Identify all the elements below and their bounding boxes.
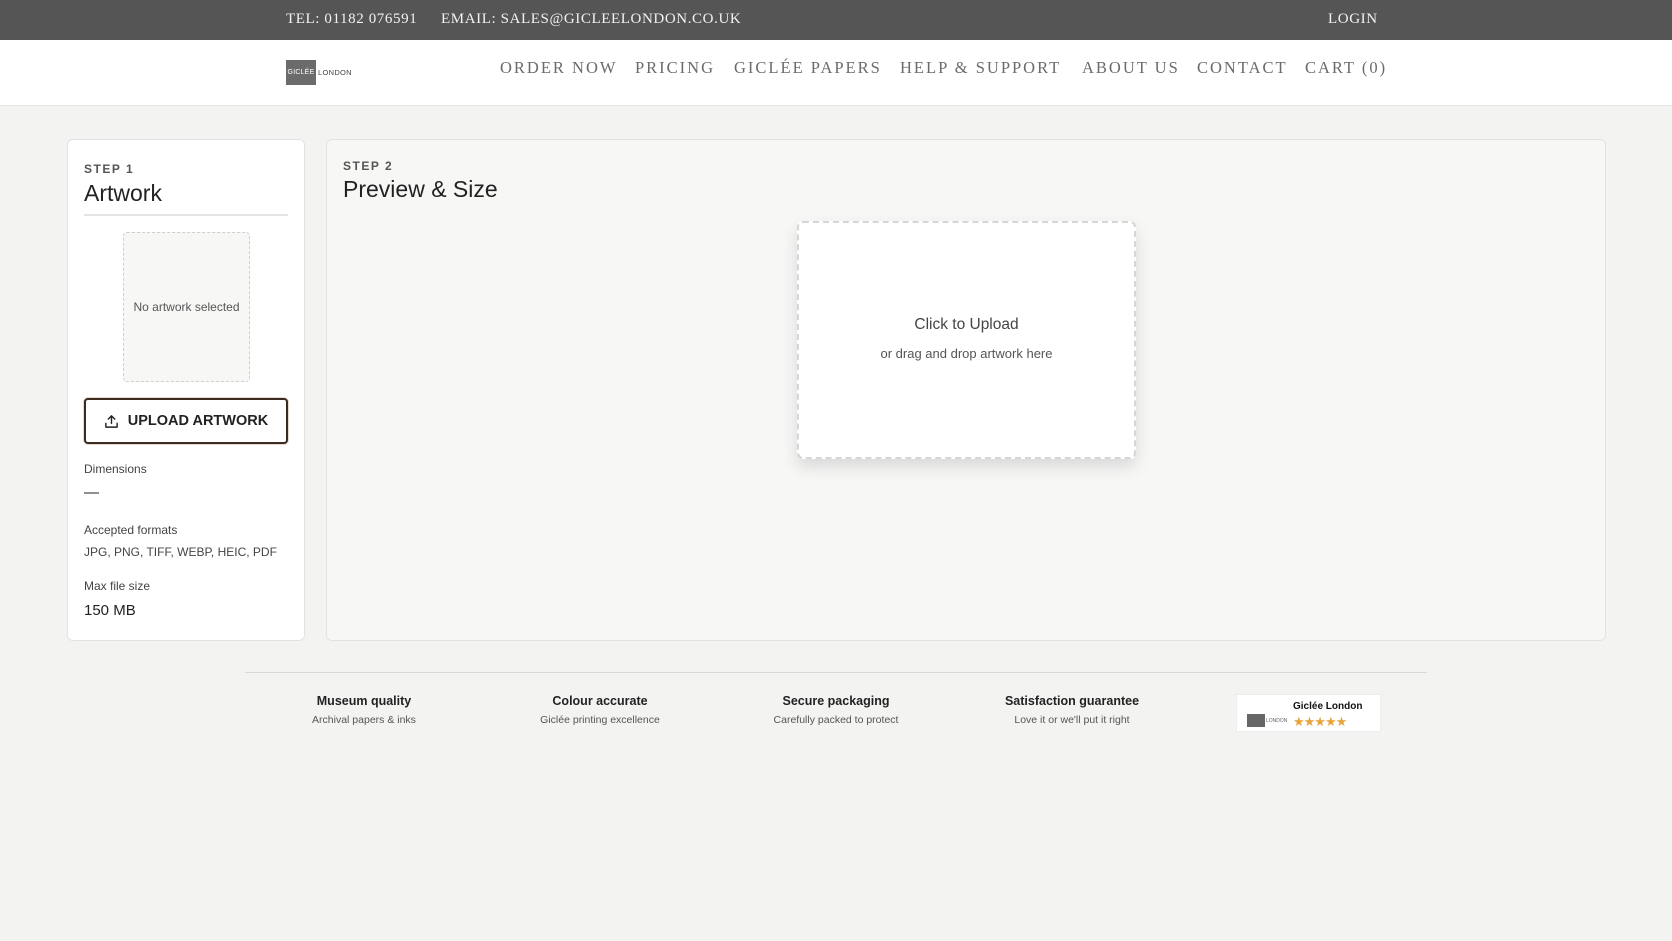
feature-subtitle: Carefully packed to protect <box>773 714 899 726</box>
feature-title: Satisfaction guarantee <box>1004 694 1140 708</box>
dropzone-title: Click to Upload <box>914 316 1019 333</box>
step1-label: STEP 1 <box>84 162 135 176</box>
title-divider <box>84 214 288 216</box>
feature-secure-packaging: Secure packaging Carefully packed to pro… <box>736 694 936 726</box>
main-nav: ORDER NOW PRICING GICLÉE PAPERS HELP & S… <box>0 58 1672 88</box>
feature-colour-accurate: Colour accurate Giclée printing excellen… <box>500 694 700 726</box>
feature-title: Museum quality <box>316 694 412 708</box>
nav-help-support[interactable]: HELP & SUPPORT <box>900 58 1061 78</box>
feature-subtitle: Love it or we'll put it right <box>1014 714 1130 726</box>
formats-label: Accepted formats <box>84 523 178 537</box>
rating-stars-icon: ★★★★★ <box>1293 714 1347 729</box>
nav-order-now[interactable]: ORDER NOW <box>500 58 617 78</box>
nav-giclee-papers[interactable]: GICLÉE PAPERS <box>734 58 882 78</box>
review-business-name: Giclée London <box>1293 701 1363 712</box>
feature-subtitle: Archival papers & inks <box>312 714 416 726</box>
step2-label: STEP 2 <box>343 159 394 173</box>
step2-title: Preview & Size <box>343 176 498 202</box>
email-address[interactable]: EMAIL: SALES@GICLEELONDON.CO.UK <box>441 11 741 28</box>
feature-museum-quality: Museum quality Archival papers & inks <box>264 694 464 726</box>
dimensions-label: Dimensions <box>84 462 147 476</box>
upload-button-label: UPLOAD ARTWORK <box>127 413 269 429</box>
feature-title: Secure packaging <box>782 694 890 708</box>
review-logo-mark <box>1247 714 1265 727</box>
artwork-dropzone[interactable]: Click to Upload or drag and drop artwork… <box>797 221 1136 459</box>
artwork-panel: STEP 1 Artwork No artwork selected UPLOA… <box>67 139 305 641</box>
upload-icon <box>104 414 118 428</box>
feature-title: Colour accurate <box>552 694 648 708</box>
review-badge[interactable]: LONDON Giclée London ★★★★★ <box>1236 694 1381 732</box>
nav-cart[interactable]: CART (0) <box>1305 58 1387 78</box>
max-size-label: Max file size <box>84 579 151 593</box>
top-contact-bar: TEL: 01182 076591 EMAIL: SALES@GICLEELON… <box>0 0 1672 40</box>
formats-value: JPG, PNG, TIFF, WEBP, HEIC, PDF <box>84 545 277 559</box>
dropzone-subtitle: or drag and drop artwork here <box>880 346 1053 361</box>
nav-contact[interactable]: CONTACT <box>1197 58 1288 78</box>
footer-divider <box>245 672 1427 673</box>
preview-size-panel: STEP 2 Preview & Size Click to Upload or… <box>326 139 1606 641</box>
login-link[interactable]: LOGIN <box>1328 11 1378 28</box>
review-logo-word: LONDON <box>1266 718 1288 724</box>
max-size-value: 150 MB <box>84 602 136 619</box>
dimensions-value: — <box>84 484 99 501</box>
phone-number[interactable]: TEL: 01182 076591 <box>286 11 417 28</box>
nav-about-us[interactable]: ABOUT US <box>1082 58 1180 78</box>
step1-title: Artwork <box>84 180 162 206</box>
artwork-thumbnail-placeholder: No artwork selected <box>123 232 250 382</box>
nav-pricing[interactable]: PRICING <box>635 58 715 78</box>
feature-subtitle: Giclée printing excellence <box>540 714 660 726</box>
site-header: GICLÉE LONDON ORDER NOW PRICING GICLÉE P… <box>0 40 1672 106</box>
feature-satisfaction-guarantee: Satisfaction guarantee Love it or we'll … <box>972 694 1172 726</box>
upload-artwork-button[interactable]: UPLOAD ARTWORK <box>84 398 288 444</box>
